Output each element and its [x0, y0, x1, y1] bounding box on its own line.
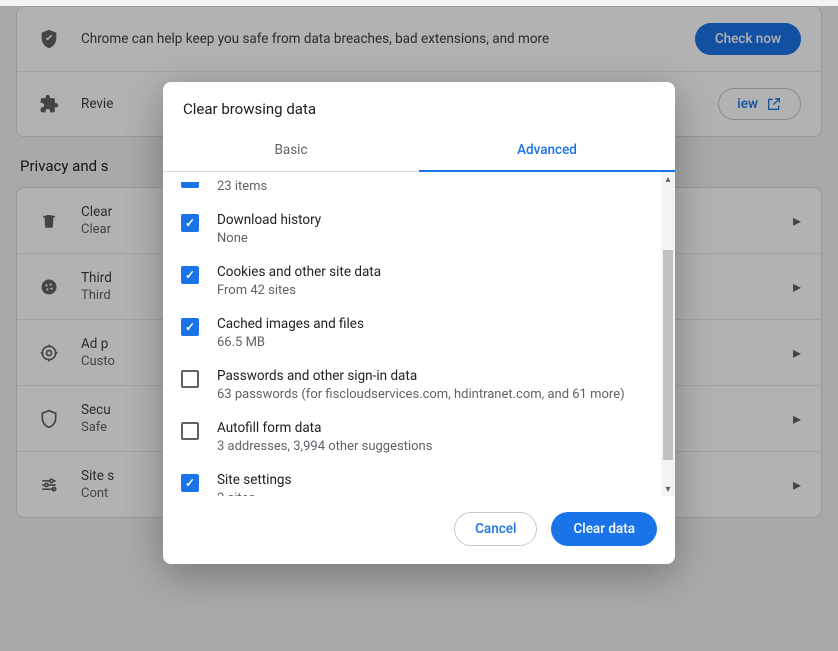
opt-detail: 23 items	[217, 179, 267, 194]
dialog-title: Clear browsing data	[163, 82, 675, 132]
opt-label: Autofill form data	[217, 420, 432, 436]
clear-browsing-dialog: Clear browsing data Basic Advanced 23 it…	[163, 82, 675, 564]
checkbox-site-settings[interactable]	[181, 474, 199, 492]
checkbox-cookies[interactable]	[181, 266, 199, 284]
opt-detail: None	[217, 231, 321, 246]
modal-overlay: Clear browsing data Basic Advanced 23 it…	[0, 6, 838, 651]
opt-label: Cached images and files	[217, 316, 364, 332]
scroll-down-icon[interactable]: ▾	[661, 482, 675, 496]
checkbox-passwords[interactable]	[181, 370, 199, 388]
checkbox-cache[interactable]	[181, 318, 199, 336]
opt-label: Cookies and other site data	[217, 264, 381, 280]
cancel-button[interactable]: Cancel	[454, 512, 537, 546]
opt-detail: 66.5 MB	[217, 335, 364, 350]
opt-label: Passwords and other sign-in data	[217, 368, 625, 384]
checkbox-browsing-history[interactable]	[181, 182, 199, 188]
checkbox-autofill[interactable]	[181, 422, 199, 440]
checkbox-download-history[interactable]	[181, 214, 199, 232]
opt-detail: 3 addresses, 3,994 other suggestions	[217, 439, 432, 454]
tab-advanced[interactable]: Advanced	[419, 132, 675, 172]
opt-label: Site settings	[217, 472, 291, 488]
opt-detail: From 42 sites	[217, 283, 381, 298]
scroll-up-icon[interactable]: ▴	[661, 172, 675, 186]
opt-detail: 2 sites	[217, 491, 291, 496]
opt-detail: 63 passwords (for fiscloudservices.com, …	[217, 387, 625, 402]
clear-data-button[interactable]: Clear data	[551, 512, 657, 546]
opt-label: Download history	[217, 212, 321, 228]
tab-basic[interactable]: Basic	[163, 132, 419, 172]
scroll-thumb[interactable]	[663, 250, 673, 460]
scrollbar[interactable]: ▴ ▾	[661, 172, 675, 496]
dialog-options-scroll: 23 items Download history None Cookies an…	[163, 172, 661, 496]
